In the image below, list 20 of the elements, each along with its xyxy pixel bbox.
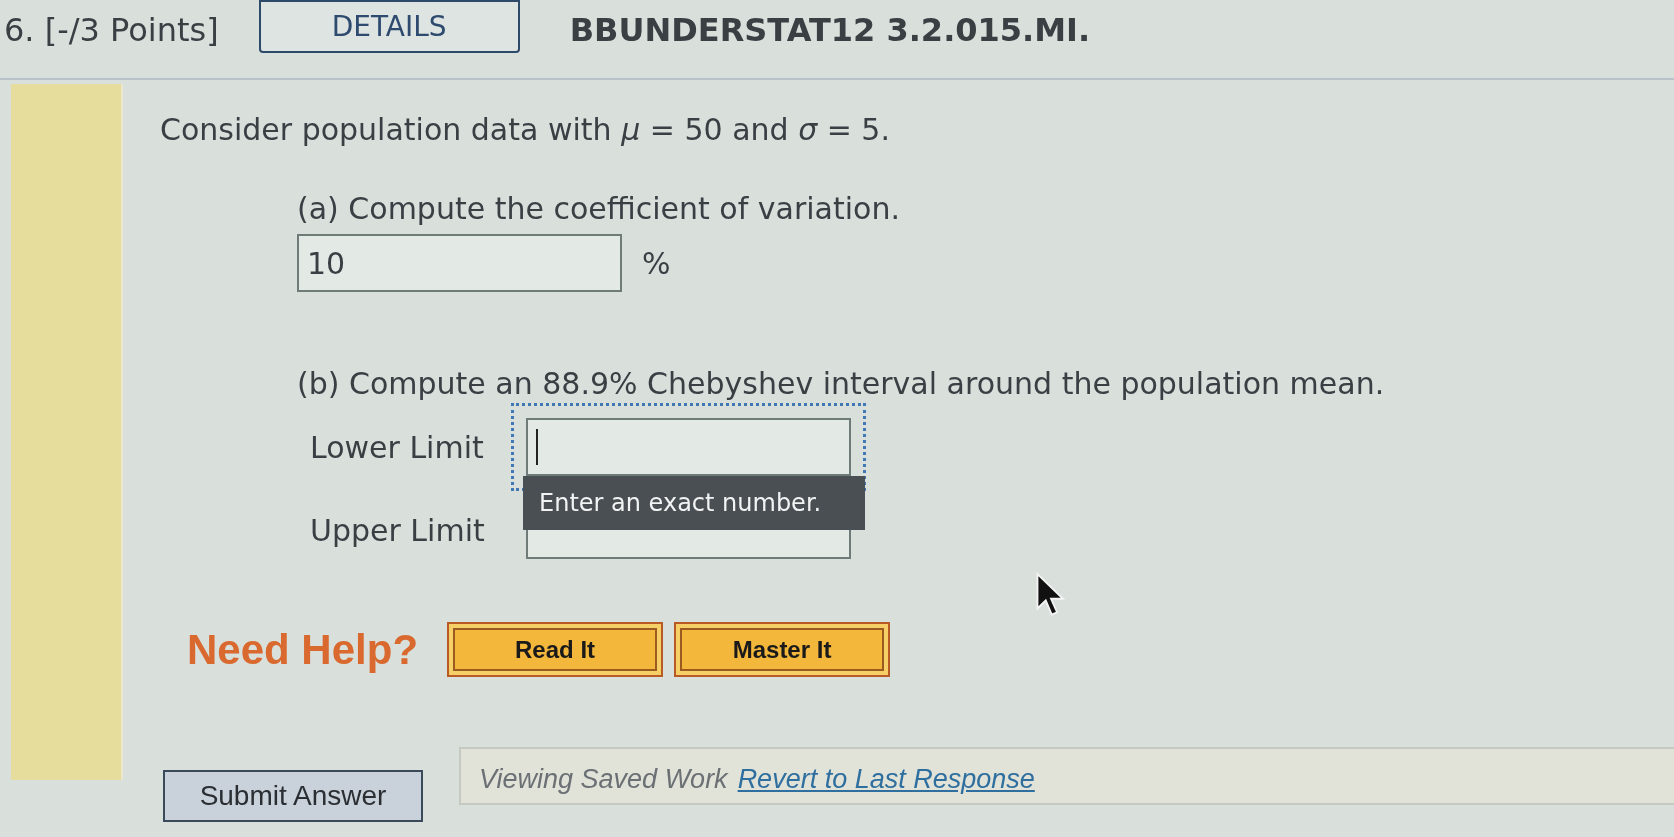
input-field[interactable] [526,418,851,476]
help-button[interactable]: Master It [674,622,891,677]
input-field[interactable]: 10 [297,234,622,292]
details-button[interactable]: DETAILS [258,0,520,53]
question-number: 6. [-/3 Points] [4,10,219,51]
help-button[interactable]: Read It [447,622,664,677]
problem-id: BBUNDERSTAT12 3.2.015.MI. [569,10,1091,51]
question-prompt: Consider population data with μ = 50 and σ = 5. [160,112,891,148]
unit-label: % [642,244,671,283]
part-question: (a) Compute the coefficient of variation. [297,191,901,227]
revert-link[interactable]: Revert to Last Response [737,759,1035,800]
status-text: Viewing Saved Work [479,763,728,796]
need-help-label: Need Help? [187,625,419,675]
field-label: Upper Limit [309,511,486,550]
mouse-pointer-icon [1036,572,1066,618]
field-label: Lower Limit [309,428,485,467]
text-caret-icon [536,429,538,465]
submit-answer-button[interactable]: Submit Answer [163,770,423,822]
tooltip: Enter an exact number. [523,476,865,530]
part-question: (b) Compute an 88.9% Chebyshev interval around the population mean. [297,366,1386,402]
